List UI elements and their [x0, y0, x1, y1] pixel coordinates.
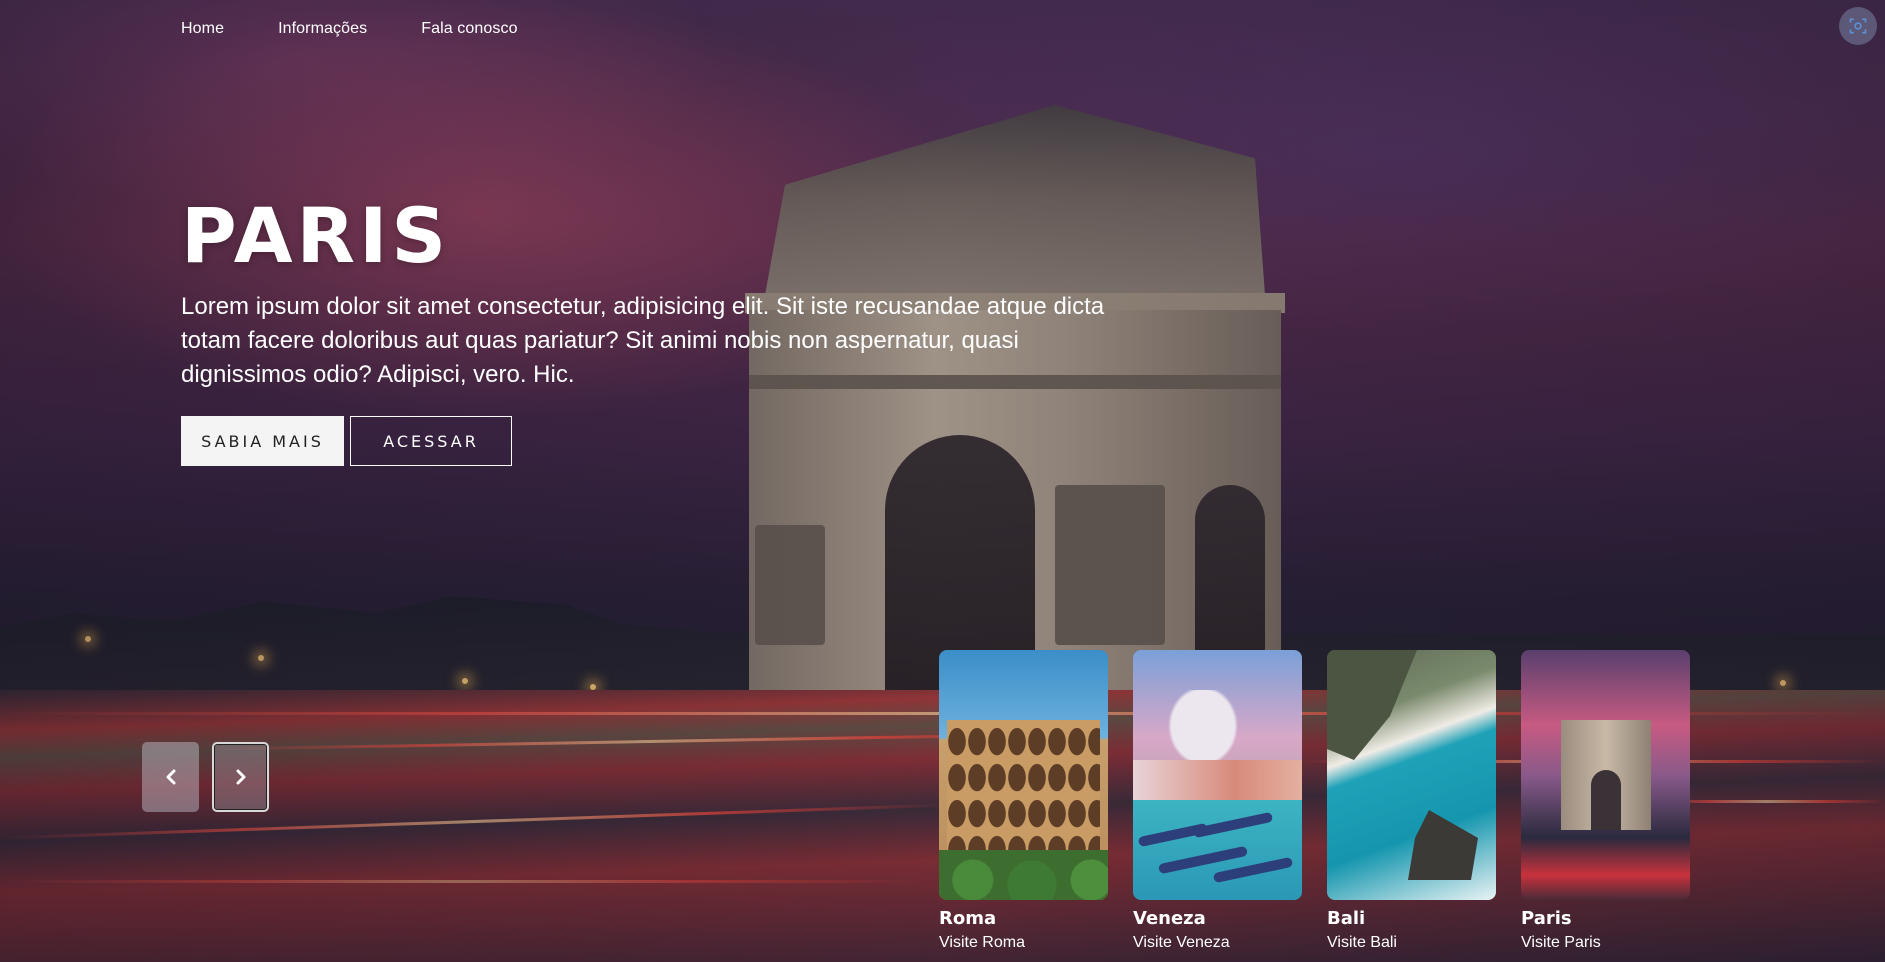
capture-icon: [1849, 18, 1867, 34]
card-title: Roma: [939, 908, 997, 929]
card-subtitle: Visite Roma: [939, 934, 1025, 951]
card-title: Bali: [1327, 908, 1366, 929]
acessar-button[interactable]: ACESSAR: [350, 416, 512, 466]
destination-card-paris[interactable]: Paris Visite Paris: [1521, 650, 1690, 952]
bali-image: [1327, 650, 1496, 900]
destination-cards: Roma Visite Roma Veneza Visite Veneza Ba…: [939, 650, 1690, 952]
destination-card-bali[interactable]: Bali Visite Bali: [1327, 650, 1496, 952]
destination-card-roma[interactable]: Roma Visite Roma: [939, 650, 1108, 952]
screenshot-capture-button[interactable]: [1839, 7, 1877, 45]
paris-image: [1521, 650, 1690, 900]
chevron-left-icon: [166, 769, 175, 785]
card-subtitle: Visite Veneza: [1133, 934, 1230, 951]
card-subtitle: Visite Paris: [1521, 934, 1601, 951]
nav-item-informacoes[interactable]: Informações: [278, 20, 367, 38]
roma-image: [939, 650, 1108, 900]
top-navigation: Home Informações Fala conosco: [181, 20, 518, 38]
slider-prev-button[interactable]: [142, 742, 199, 812]
slider-next-button[interactable]: [212, 742, 269, 812]
hero-actions: SABIA MAIS ACESSAR: [181, 416, 512, 466]
nav-item-fala-conosco[interactable]: Fala conosco: [421, 20, 517, 38]
card-title: Veneza: [1133, 908, 1206, 929]
sabia-mais-button[interactable]: SABIA MAIS: [181, 416, 344, 466]
hero-description: Lorem ipsum dolor sit amet consectetur, …: [181, 293, 1105, 388]
destination-card-veneza[interactable]: Veneza Visite Veneza: [1133, 650, 1302, 952]
chevron-right-icon: [236, 769, 245, 785]
card-title: Paris: [1521, 908, 1572, 929]
hero-title: PARIS: [181, 191, 451, 280]
card-subtitle: Visite Bali: [1327, 934, 1397, 951]
nav-item-home[interactable]: Home: [181, 20, 224, 38]
veneza-image: [1133, 650, 1302, 900]
